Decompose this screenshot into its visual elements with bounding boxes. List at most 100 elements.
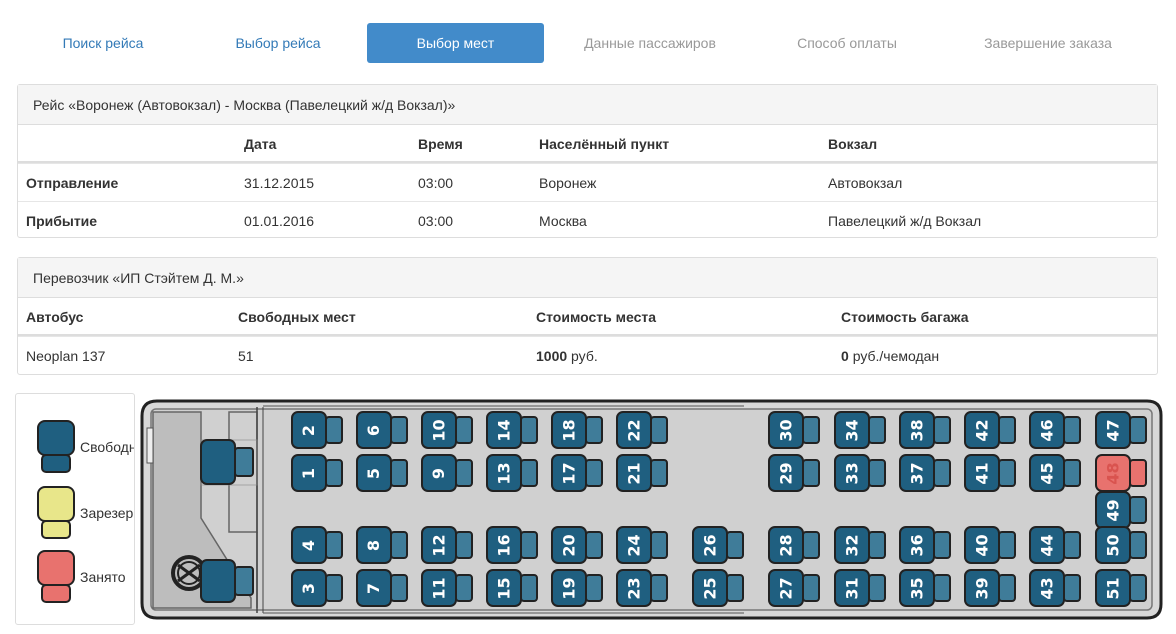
seat-42[interactable]: 42 [963,410,1020,450]
departure-station: Автовокзал [828,175,903,191]
wizard-steps: Поиск рейса Выбор рейса Выбор мест Данны… [0,23,1176,63]
step-payment-method: Способ оплаты [797,35,897,51]
seat-number: 24 [624,533,644,557]
seat-number: 25 [700,576,720,600]
seat-26[interactable]: 26 [691,525,748,565]
seat-28[interactable]: 28 [767,525,824,565]
seat-number: 5 [364,467,384,479]
arrival-station: Павелецкий ж/д Вокзал [828,213,982,229]
seat-39[interactable]: 39 [963,568,1020,608]
luggage-price: 0 руб./чемодан [841,337,939,375]
seat-40[interactable]: 40 [963,525,1020,565]
seat-3[interactable]: 3 [290,568,347,608]
seat-number: 45 [1037,461,1057,485]
seat-number: 12 [429,533,449,557]
seat-49[interactable]: 49 [1094,490,1151,530]
seat-number: 26 [700,533,720,557]
seat-35[interactable]: 35 [898,568,955,608]
seat-38[interactable]: 38 [898,410,955,450]
seat-number: 16 [494,533,514,557]
seat-number: 20 [559,533,579,557]
luggage-price-unit: руб./чемодан [852,348,940,364]
step-select-trip[interactable]: Выбор рейса [203,23,353,63]
seat-price-value: 1000 [536,348,568,364]
arrival-time: 03:00 [418,213,454,229]
departure-row: Отправление 31.12.2015 03:00 Воронеж Авт… [18,163,1157,201]
departure-time: 03:00 [418,175,454,191]
seat-34[interactable]: 34 [833,410,890,450]
seat-5[interactable]: 5 [355,453,412,493]
seat-45[interactable]: 45 [1028,453,1085,493]
seat-number: 34 [842,418,862,442]
seat-46[interactable]: 46 [1028,410,1085,450]
seat-number: 19 [559,576,579,600]
legend-taken-label: Занято [80,569,126,585]
taken-seat-icon [37,550,75,603]
seat-21[interactable]: 21 [615,453,672,493]
seat-number: 41 [972,461,992,485]
legend-taken: Занято [36,549,134,609]
step-passenger-data: Данные пассажиров [584,35,716,51]
seat-14[interactable]: 14 [485,410,542,450]
seat-price: 1000 руб. [536,337,598,375]
seat-50[interactable]: 50 [1094,525,1151,565]
arrival-row: Прибытие 01.01.2016 03:00 Москва Павелец… [18,201,1157,239]
seat-number: 23 [624,576,644,600]
seat-18[interactable]: 18 [550,410,607,450]
seat-31[interactable]: 31 [833,568,890,608]
seat-37[interactable]: 37 [898,453,955,493]
step-select-seats[interactable]: Выбор мест [367,23,544,63]
seat-6[interactable]: 6 [355,410,412,450]
seat-22[interactable]: 22 [615,410,672,450]
seat-9[interactable]: 9 [420,453,477,493]
seat-51[interactable]: 51 [1094,568,1151,608]
seat-19[interactable]: 19 [550,568,607,608]
col-station: Вокзал [828,136,878,152]
seat-27[interactable]: 27 [767,568,824,608]
seat-8[interactable]: 8 [355,525,412,565]
seat-17[interactable]: 17 [550,453,607,493]
seat-20[interactable]: 20 [550,525,607,565]
seat-number: 27 [776,576,796,600]
seat-10[interactable]: 10 [420,410,477,450]
legend-free-label: Свободно [80,439,134,455]
seat-24[interactable]: 24 [615,525,672,565]
step-search-trip[interactable]: Поиск рейса [28,23,178,63]
seat-number: 28 [776,533,796,557]
seat-44[interactable]: 44 [1028,525,1085,565]
luggage-price-value: 0 [841,348,849,364]
seat-30[interactable]: 30 [767,410,824,450]
seat-4[interactable]: 4 [290,525,347,565]
seat-number: 21 [624,461,644,485]
seat-23[interactable]: 23 [615,568,672,608]
seat-29[interactable]: 29 [767,453,824,493]
seat-47[interactable]: 47 [1094,410,1151,450]
seat-25[interactable]: 25 [691,568,748,608]
step-order-complete: Завершение заказа [984,35,1112,51]
seat-1[interactable]: 1 [290,453,347,493]
seat-36[interactable]: 36 [898,525,955,565]
departure-city: Воронеж [539,175,597,191]
seat-32[interactable]: 32 [833,525,890,565]
seat-7[interactable]: 7 [355,568,412,608]
seat-12[interactable]: 12 [420,525,477,565]
seat-legend: Свободно Зарезервировано Занято [15,393,135,625]
seat-11[interactable]: 11 [420,568,477,608]
seat-33[interactable]: 33 [833,453,890,493]
second-driver-seat-icon [200,559,254,603]
seat-number: 33 [842,461,862,485]
seat-15[interactable]: 15 [485,568,542,608]
seat-price-unit: руб. [571,348,598,364]
seat-number: 38 [907,418,927,442]
seat-41[interactable]: 41 [963,453,1020,493]
seat-13[interactable]: 13 [485,453,542,493]
free-seat-icon [37,420,75,473]
seat-43[interactable]: 43 [1028,568,1085,608]
arrival-date: 01.01.2016 [244,213,315,229]
seat-2[interactable]: 2 [290,410,347,450]
col-date: Дата [244,136,277,152]
seat-48: 48 [1094,453,1151,493]
seat-number: 42 [972,418,992,442]
trip-panel: Рейс «Воронеж (Автовокзал) - Москва (Пав… [17,84,1158,238]
seat-16[interactable]: 16 [485,525,542,565]
